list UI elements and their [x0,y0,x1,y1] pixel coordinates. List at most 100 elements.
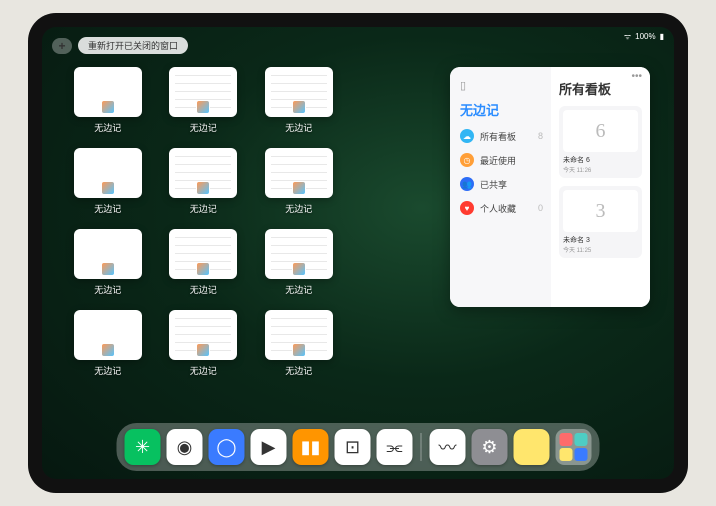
thumbnail-card [265,310,333,360]
wifi-icon: ᯤ [624,31,631,42]
window-thumbnail[interactable]: 无边记 [257,148,341,215]
thumbnail-card [169,310,237,360]
sidebar-item-icon: ♥ [460,201,474,215]
thumbnail-label: 无边记 [190,283,217,296]
thumbnail-card [265,67,333,117]
thumbnail-card [74,148,142,198]
sidebar-item-count: 8 [538,131,543,141]
panel-content: 所有看板 6 未命名 6 今天 11:26 3 未命名 3 今天 11:25 [551,67,650,307]
dock-freeform-icon[interactable]: 〰 [430,429,466,465]
battery-text: 100% [635,32,655,41]
window-thumbnail[interactable]: 无边记 [66,67,150,134]
thumbnail-label: 无边记 [94,121,121,134]
board-name: 未命名 6 [563,155,638,165]
freeform-app-icon [101,343,115,357]
window-thumbnail[interactable]: 无边记 [257,67,341,134]
ellipsis-icon[interactable]: ••• [631,71,642,82]
dock-dice-icon[interactable]: ⊡ [335,429,371,465]
sidebar-item-icon: 👥 [460,177,474,191]
thumbnail-card [169,67,237,117]
panel-app-title: 无边记 [460,100,543,119]
thumbnail-label: 无边记 [285,202,312,215]
dock-books-icon[interactable]: ▮▮ [293,429,329,465]
top-bar: + 重新打开已关闭的窗口 [52,37,188,54]
status-bar: ᯤ 100% ▮ [624,31,664,42]
sidebar-item-icon: ◷ [460,153,474,167]
thumbnail-card [74,310,142,360]
dock-wechat-icon[interactable]: ✳ [125,429,161,465]
freeform-app-icon [292,181,306,195]
sidebar-item-label: 最近使用 [480,154,516,167]
multitask-area: 无边记 无边记 无边记 无边记 无边记 无边记 无边记 无边记 [66,67,650,419]
dock-play-icon[interactable]: ▶ [251,429,287,465]
thumbnail-label: 无边记 [94,283,121,296]
freeform-app-icon [196,181,210,195]
dock-settings-icon[interactable]: ⚙ [472,429,508,465]
freeform-app-icon [292,100,306,114]
board-card[interactable]: 3 未命名 3 今天 11:25 [559,186,642,258]
dock: ✳◉◯▶▮▮⊡⫘ 〰⚙ [117,423,600,471]
window-thumbnail[interactable]: 无边记 [66,148,150,215]
sidebar-icon: ▯ [460,79,543,92]
board-preview: 3 [563,190,638,232]
thumbnail-label: 无边记 [94,202,121,215]
freeform-app-icon [292,262,306,276]
thumbnail-label: 无边记 [285,121,312,134]
sidebar-item[interactable]: ♥ 个人收藏 0 [460,201,543,215]
sidebar-item-count: 0 [538,203,543,213]
thumbnail-label: 无边记 [285,364,312,377]
board-name: 未命名 3 [563,235,638,245]
window-thumbnail[interactable]: 无边记 [66,229,150,296]
freeform-app-icon [196,262,210,276]
reopen-closed-window-button[interactable]: 重新打开已关闭的窗口 [78,37,188,54]
freeform-app-icon [292,343,306,357]
thumbnail-card [265,148,333,198]
dock-quark-blue-icon[interactable]: ◉ [167,429,203,465]
window-thumbnail[interactable]: 无边记 [162,229,246,296]
sidebar-item-label: 所有看板 [480,130,516,143]
ipad-frame: ᯤ 100% ▮ + 重新打开已关闭的窗口 无边记 无边记 无边记 无边记 无边… [28,13,688,493]
sidebar-item-icon: ☁ [460,129,474,143]
board-date: 今天 11:25 [563,245,638,254]
thumbnail-label: 无边记 [190,364,217,377]
thumbnail-card [74,67,142,117]
dock-connect-icon[interactable]: ⫘ [377,429,413,465]
board-card[interactable]: 6 未命名 6 今天 11:26 [559,106,642,178]
thumbnail-card [169,229,237,279]
thumbnail-label: 无边记 [190,121,217,134]
panel-content-title: 所有看板 [559,79,642,98]
sidebar-item[interactable]: ☁ 所有看板 8 [460,129,543,143]
battery-icon: ▮ [660,32,664,41]
ipad-screen: ᯤ 100% ▮ + 重新打开已关闭的窗口 无边记 无边记 无边记 无边记 无边… [42,27,674,479]
freeform-app-icon [196,100,210,114]
window-thumbnail[interactable]: 无边记 [257,229,341,296]
dock-separator [421,433,422,461]
panel-sidebar: ▯ 无边记 ☁ 所有看板 8 ◷ 最近使用 👥 已共享 ♥ 个人收藏 0 [450,67,551,307]
thumbnail-label: 无边记 [190,202,217,215]
dock-quark-icon[interactable]: ◯ [209,429,245,465]
dock-folder[interactable] [556,429,592,465]
freeform-app-icon [101,100,115,114]
dock-notes-icon[interactable] [514,429,550,465]
thumbnail-label: 无边记 [285,283,312,296]
thumbnail-label: 无边记 [94,364,121,377]
freeform-app-icon [101,262,115,276]
sidebar-item[interactable]: 👥 已共享 [460,177,543,191]
thumbnail-card [169,148,237,198]
freeform-app-icon [101,181,115,195]
sidebar-item-label: 已共享 [480,178,507,191]
sidebar-item[interactable]: ◷ 最近使用 [460,153,543,167]
thumbnail-card [265,229,333,279]
window-thumbnail[interactable]: 无边记 [162,67,246,134]
board-preview: 6 [563,110,638,152]
window-thumbnail[interactable]: 无边记 [162,148,246,215]
window-thumbnail[interactable]: 无边记 [66,310,150,377]
freeform-app-icon [196,343,210,357]
window-thumbnail-grid: 无边记 无边记 无边记 无边记 无边记 无边记 无边记 无边记 [66,67,436,419]
add-window-button[interactable]: + [52,38,72,54]
thumbnail-card [74,229,142,279]
app-preview-panel[interactable]: ••• ▯ 无边记 ☁ 所有看板 8 ◷ 最近使用 👥 已共享 ♥ 个人收藏 0… [450,67,650,307]
window-thumbnail[interactable]: 无边记 [162,310,246,377]
board-date: 今天 11:26 [563,165,638,174]
window-thumbnail[interactable]: 无边记 [257,310,341,377]
